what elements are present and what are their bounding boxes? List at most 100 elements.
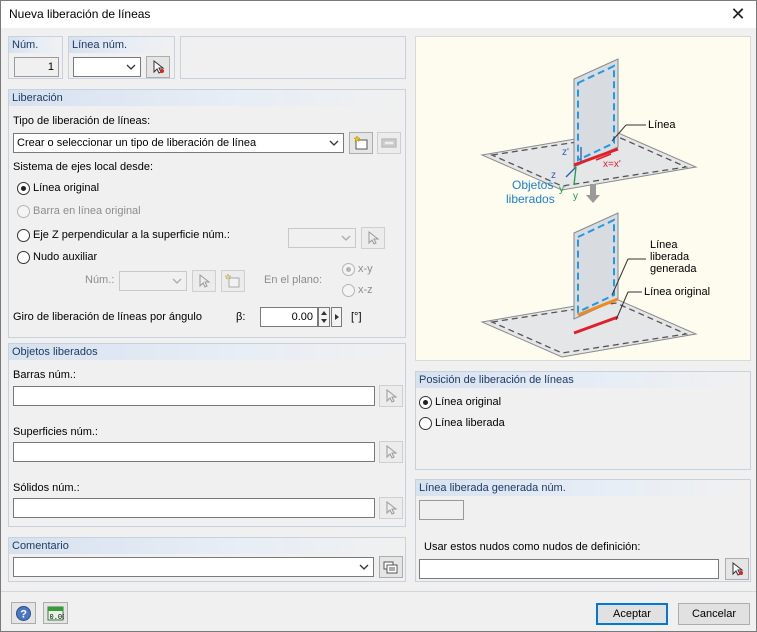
solidos-label: Sólidos núm.: — [13, 482, 80, 494]
nudo-combo[interactable] — [119, 271, 187, 291]
arrow-down-icon — [586, 184, 600, 203]
pick-barras-button[interactable] — [379, 385, 403, 407]
units-button[interactable]: 0.00 — [43, 602, 68, 624]
linea-num-group: Línea núm. — [68, 36, 175, 79]
label-z: z — [551, 170, 556, 181]
svg-text:0.00: 0.00 — [50, 614, 65, 622]
comment-library-button[interactable] — [379, 556, 403, 578]
cancel-button[interactable]: Cancelar — [678, 603, 750, 625]
edit-type-button[interactable] — [377, 132, 401, 154]
arrow-right-icon — [335, 314, 339, 320]
en-plano-label: En el plano: — [264, 274, 323, 286]
tipo-label: Tipo de liberación de líneas: — [13, 115, 151, 127]
sistema-label: Sistema de ejes local desde: — [13, 161, 154, 173]
label-objetos-2: liberados — [506, 192, 555, 206]
radio-xz[interactable] — [342, 284, 355, 297]
beta-input[interactable]: 0.00 — [260, 307, 318, 327]
linea-num-combo[interactable] — [73, 57, 141, 77]
label-y: y — [573, 191, 578, 202]
liberacion-group: Liberación Tipo de liberación de líneas:… — [8, 89, 406, 338]
cursor-pick-icon — [386, 388, 398, 403]
title-bar: Nueva liberación de líneas ✕ — [1, 1, 756, 28]
beta-menu-button[interactable] — [331, 307, 342, 327]
comentario-combo[interactable] — [13, 557, 374, 577]
dialog-window: Nueva liberación de líneas ✕ Núm. 1 Líne… — [0, 0, 757, 632]
footer-separator — [1, 591, 756, 592]
giro-label: Giro de liberación de líneas por ángulo — [13, 311, 202, 323]
chevron-down-icon — [126, 64, 136, 70]
linea-num-header: Línea núm. — [69, 37, 174, 53]
barras-input[interactable] — [13, 386, 375, 406]
liberacion-header: Liberación — [9, 90, 405, 106]
window-title: Nueva liberación de líneas — [9, 7, 151, 21]
new-item-icon — [353, 135, 368, 150]
objetos-header: Objetos liberados — [9, 344, 405, 360]
label-yp: y' — [559, 184, 566, 195]
posicion-group: Posición de liberación de líneas Línea o… — [415, 371, 751, 470]
nudo-num-label: Núm.: — [85, 274, 115, 286]
pick-node-button[interactable] — [192, 270, 216, 292]
radio-pos-liberada[interactable] — [419, 417, 432, 430]
pick-superficies-button[interactable] — [379, 441, 403, 463]
comentario-header: Comentario — [9, 538, 405, 554]
superficies-input[interactable] — [13, 442, 375, 462]
library-icon — [381, 138, 397, 148]
generada-header: Línea liberada generada núm. — [416, 480, 750, 496]
chevron-down-icon — [359, 564, 369, 570]
radio-nudo[interactable] — [17, 251, 30, 264]
pick-surface-button[interactable] — [361, 227, 385, 249]
pick-nudos-button[interactable] — [725, 558, 749, 580]
help-button[interactable]: ? — [11, 602, 36, 624]
help-icon: ? — [16, 606, 31, 621]
chevron-down-icon — [329, 140, 339, 146]
spin-arrows-icon — [321, 311, 327, 323]
solidos-input[interactable] — [13, 498, 375, 518]
num-value: 1 — [47, 61, 54, 73]
posicion-header: Posición de liberación de líneas — [416, 372, 750, 388]
xy-label: x-y — [358, 263, 373, 275]
comentario-group: Comentario — [8, 537, 406, 582]
nudos-label: Usar estos nudos como nudos de definició… — [424, 541, 641, 553]
radio-xy[interactable] — [342, 263, 355, 276]
label-xx: x=x' — [603, 159, 621, 170]
beta-spinner[interactable] — [318, 307, 330, 327]
label-generada-2: liberada — [650, 251, 690, 263]
new-node-button[interactable] — [221, 270, 245, 292]
num-header: Núm. — [9, 37, 62, 53]
nudo-label: Nudo auxiliar — [33, 251, 98, 263]
pos-liberada-label: Línea liberada — [435, 417, 505, 429]
units-icon: 0.00 — [47, 606, 65, 622]
svg-text:?: ? — [20, 609, 27, 621]
eje-z-label: Eje Z perpendicular a la superficie núm.… — [33, 229, 230, 241]
chevron-down-icon — [172, 278, 182, 284]
radio-linea-original[interactable] — [17, 182, 30, 195]
num-field: 1 — [14, 57, 59, 77]
cursor-pick-icon — [199, 273, 211, 288]
nudos-input[interactable] — [419, 559, 719, 579]
diagram-preview: Línea Objetos liberados Línea liberada g… — [415, 36, 751, 361]
label-linea: Línea — [648, 119, 676, 131]
label-generada-3: generada — [650, 263, 697, 275]
cursor-pick-icon — [386, 444, 398, 459]
radio-barra[interactable] — [17, 205, 30, 218]
cursor-pick-icon — [368, 230, 380, 245]
radio-eje-z[interactable] — [17, 229, 30, 242]
close-icon[interactable]: ✕ — [728, 4, 748, 24]
cursor-pick-icon — [153, 59, 165, 74]
superficie-combo[interactable] — [288, 228, 356, 248]
new-type-button[interactable] — [349, 132, 373, 154]
linea-original-label: Línea original — [33, 182, 100, 194]
comment-library-icon — [383, 561, 398, 574]
release-diagram: Línea Objetos liberados Línea liberada g… — [480, 58, 710, 358]
pick-solidos-button[interactable] — [379, 497, 403, 519]
cursor-pick-icon — [386, 500, 398, 515]
label-zp: z' — [562, 147, 569, 158]
radio-pos-original[interactable] — [419, 396, 432, 409]
ok-button[interactable]: Aceptar — [596, 603, 668, 625]
superficies-label: Superficies núm.: — [13, 426, 98, 438]
new-node-icon — [225, 273, 240, 288]
barra-label: Barra en línea original — [33, 205, 141, 217]
pick-line-button[interactable] — [146, 56, 170, 78]
pos-original-label: Línea original — [435, 396, 502, 408]
tipo-combo[interactable]: Crear o seleccionar un tipo de liberació… — [13, 133, 344, 153]
